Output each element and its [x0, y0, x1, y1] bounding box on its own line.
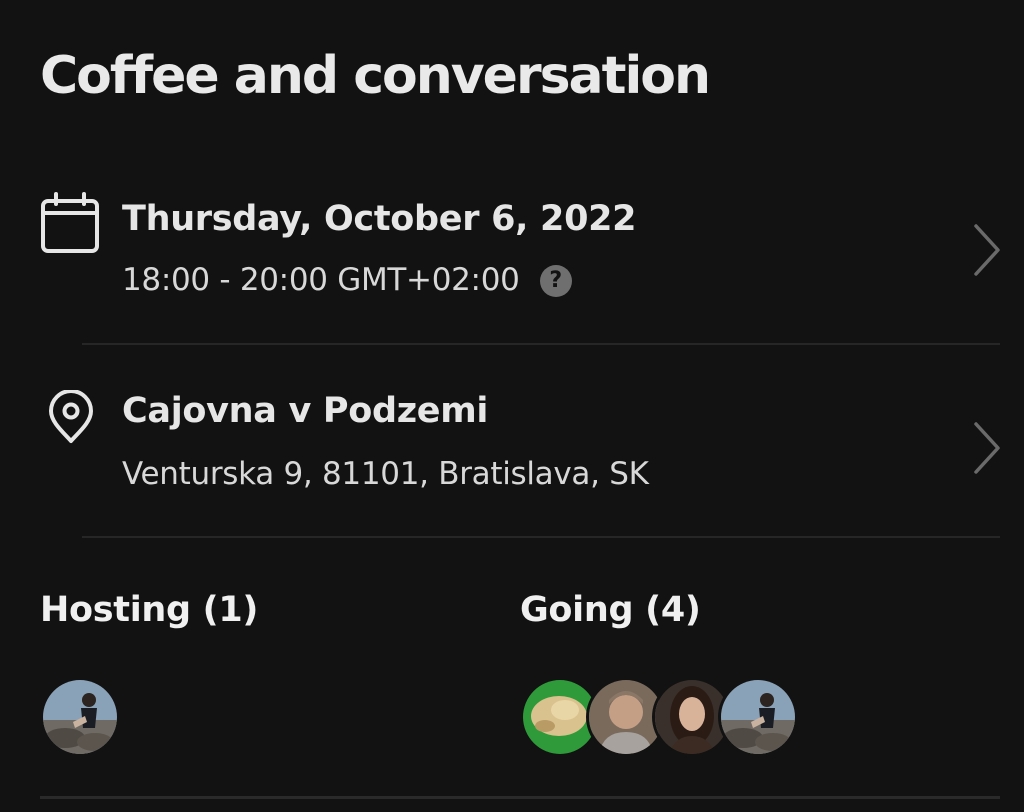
chevron-right-icon: [972, 222, 1002, 283]
venue-name: Cajovna v Podzemi: [122, 391, 489, 431]
hosting-avatars: [40, 677, 120, 757]
going-label: Going (4): [520, 590, 701, 630]
date-time-row[interactable]: Thursday, October 6, 2022 18:00 - 20:00 …: [0, 180, 1024, 344]
going-avatars: [520, 677, 798, 757]
calendar-icon: [40, 192, 100, 259]
avatar[interactable]: [40, 677, 120, 757]
avatar[interactable]: [718, 677, 798, 757]
venue-row[interactable]: Cajovna v Podzemi Venturska 9, 81101, Br…: [0, 380, 1024, 536]
divider: [82, 536, 1000, 538]
help-icon[interactable]: ?: [539, 265, 572, 297]
venue-address: Venturska 9, 81101, Bratislava, SK: [122, 456, 649, 492]
event-date: Thursday, October 6, 2022: [122, 199, 637, 239]
event-time-text: 18:00 - 20:00 GMT+02:00: [122, 262, 520, 298]
event-time: 18:00 - 20:00 GMT+02:00?: [122, 260, 572, 300]
chevron-right-icon: [972, 420, 1002, 481]
location-pin-icon: [48, 389, 94, 449]
event-title: Coffee and conversation: [40, 46, 711, 106]
hosting-label: Hosting (1): [40, 590, 259, 630]
divider: [82, 343, 1000, 345]
divider: [40, 796, 1000, 799]
